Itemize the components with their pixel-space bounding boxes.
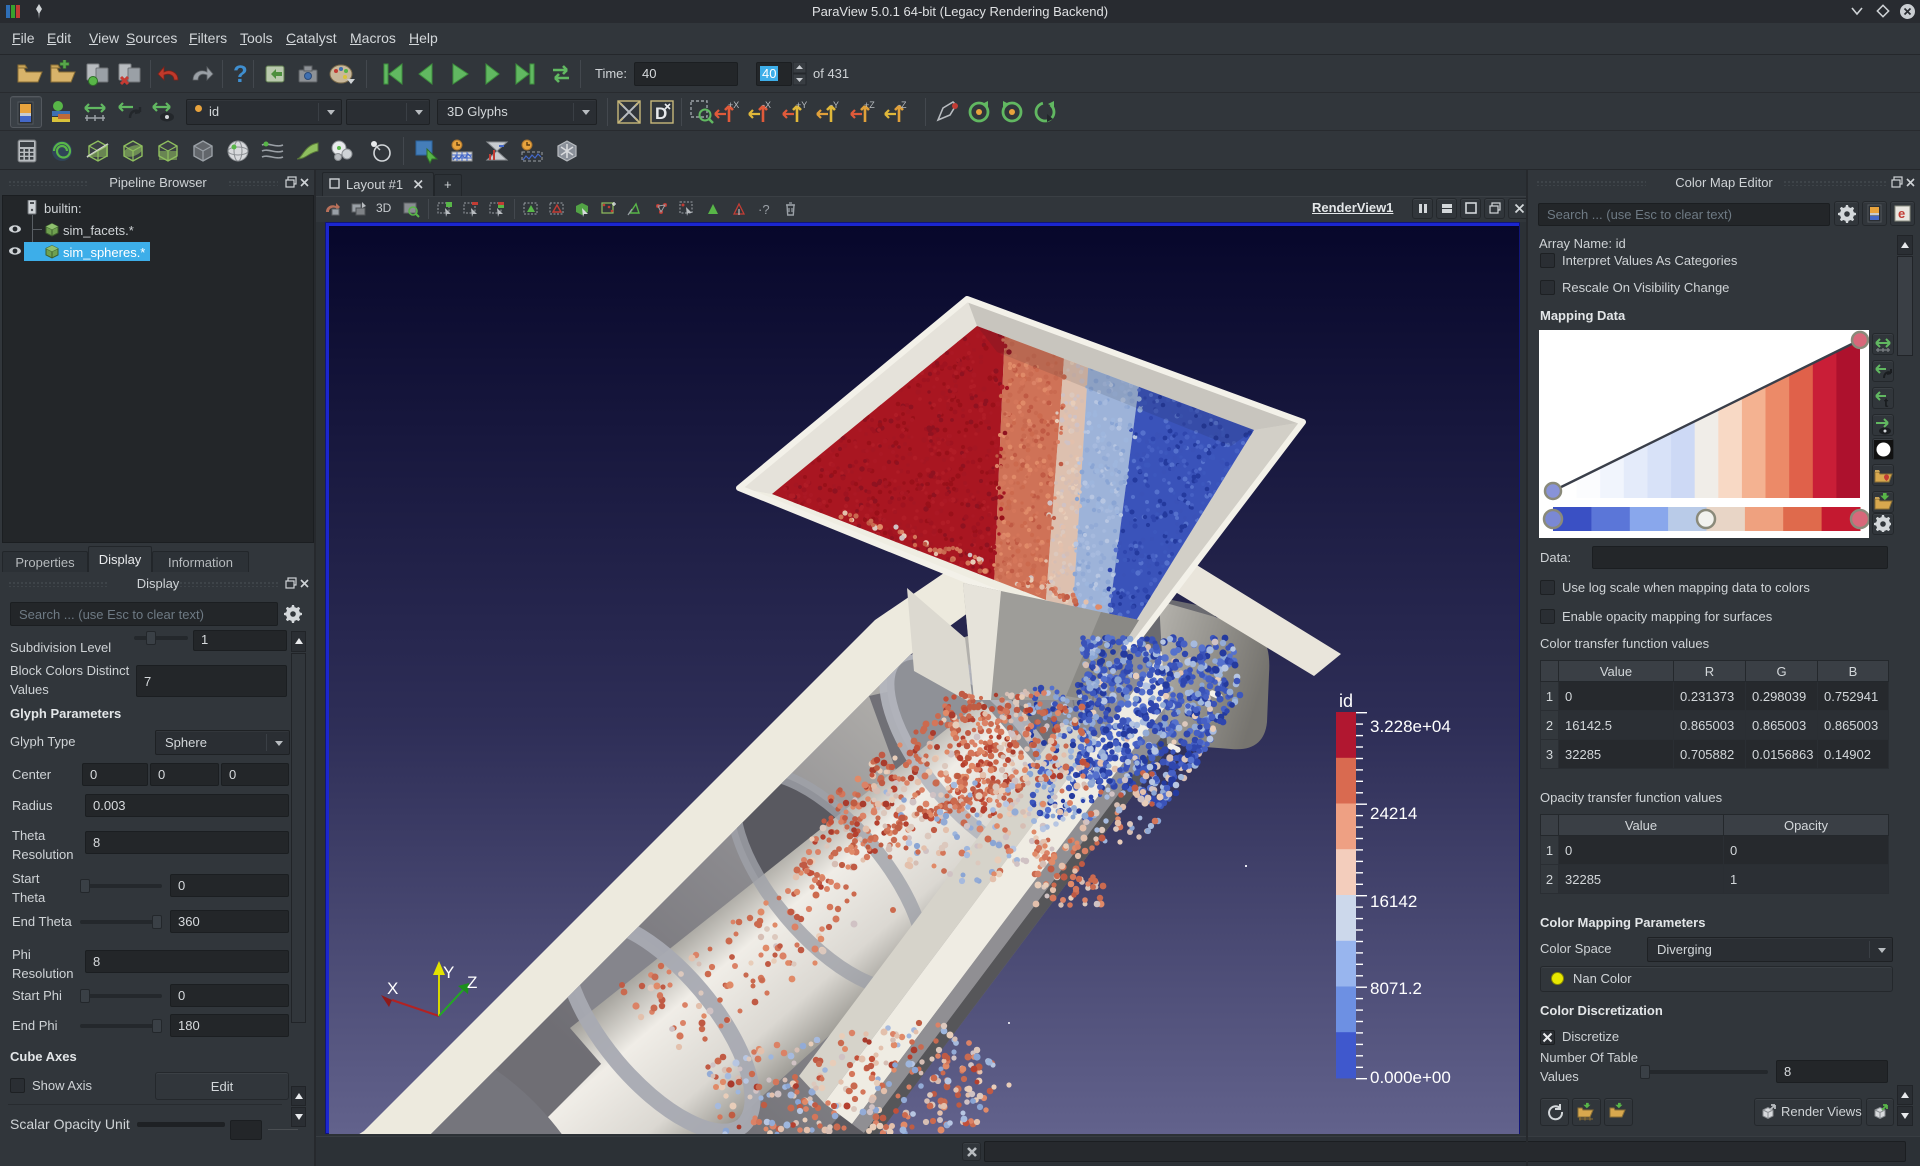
svg-text:-X: -X [762,100,771,110]
svg-text:?: ? [233,61,248,88]
svg-text:+X: +X [728,100,739,110]
svg-text:Z: Z [467,973,477,992]
svg-text:Y: Y [443,963,454,982]
svg-text:0.000e+00: 0.000e+00 [1370,1068,1451,1087]
svg-text:id: id [1339,691,1353,711]
svg-text:8071.2: 8071.2 [1370,979,1422,998]
svg-text:·?: ·? [758,202,770,217]
svg-text:t: t [1884,395,1889,408]
svg-text:-Y: -Y [830,100,839,110]
svg-text:3.228e+04: 3.228e+04 [1370,717,1451,736]
svg-text:X: X [387,979,398,998]
svg-text:+Z: +Z [864,100,875,110]
svg-text:D: D [655,104,667,123]
svg-text:+Y: +Y [796,100,807,110]
svg-text:-Z: -Z [898,100,907,110]
svg-text:24214: 24214 [1370,804,1417,823]
svg-text:e: e [1898,206,1905,221]
svg-text:16142: 16142 [1370,892,1417,911]
